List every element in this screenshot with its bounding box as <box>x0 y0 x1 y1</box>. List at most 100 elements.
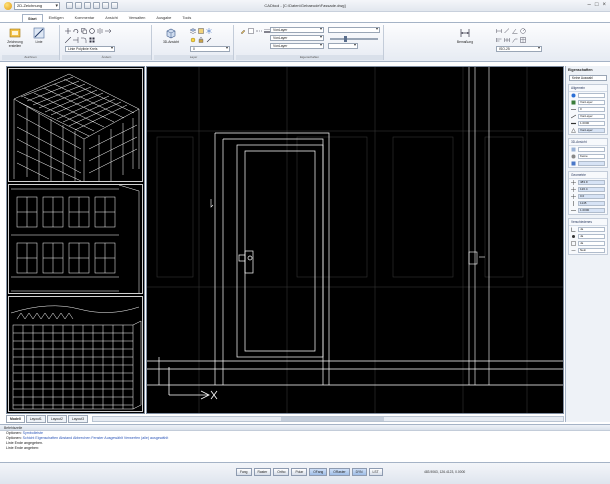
linear-dim-icon[interactable] <box>496 28 502 34</box>
tab-layout2[interactable]: Layout2 <box>46 415 67 423</box>
viewport-elevation-windows[interactable] <box>8 184 143 294</box>
stretch-icon[interactable] <box>105 28 111 34</box>
property-row[interactable]: 1.0000 <box>569 207 607 214</box>
layer-lock-icon[interactable] <box>198 37 204 43</box>
radius-dim-icon[interactable] <box>520 28 526 34</box>
layer-match-icon[interactable] <box>206 37 212 43</box>
dyn-toggle[interactable]: DYN <box>351 468 367 476</box>
properties-palette: Eigenschaften Keine Auswahl Allgemein Vo… <box>565 66 610 422</box>
scrollbar-thumb[interactable] <box>281 417 385 421</box>
color-select[interactable]: VonLayer <box>270 27 324 33</box>
property-row[interactable]: Ja <box>569 226 607 233</box>
mirror-icon[interactable] <box>97 28 103 34</box>
trim-icon[interactable] <box>65 37 71 43</box>
layer-icon[interactable] <box>190 28 196 34</box>
lineweight-select[interactable]: VonLayer <box>270 43 324 49</box>
main-viewport[interactable] <box>146 66 564 414</box>
property-row[interactable]: 1.0000 <box>569 120 607 127</box>
layer-on-icon[interactable] <box>190 37 196 43</box>
property-row[interactable]: Ja <box>569 240 607 247</box>
height-prop-icon <box>573 201 574 206</box>
property-row[interactable]: Keine <box>569 153 607 160</box>
tab-model[interactable]: Modell <box>6 415 25 423</box>
property-row[interactable]: 126.4 <box>569 186 607 193</box>
linetype-select[interactable]: VonLayer <box>270 35 324 41</box>
property-row[interactable]: 483.9 <box>569 179 607 186</box>
property-row[interactable]: Nein <box>569 247 607 254</box>
tab-output[interactable]: Ausgabe <box>151 14 176 22</box>
command-prompt[interactable]: Linie Ende angeben: <box>0 446 610 451</box>
dimension-button[interactable]: Bemaßung <box>450 26 480 54</box>
command-option-link[interactable]: Schicht Eigenschaften Abstand Abbrechen … <box>23 436 169 440</box>
fillet-icon[interactable] <box>81 37 87 43</box>
leader-icon[interactable] <box>512 37 518 43</box>
transparency-slider-knob[interactable] <box>344 36 348 42</box>
horizontal-scrollbar[interactable] <box>92 416 564 422</box>
dimstyle-select[interactable]: ISO-25 <box>496 46 542 52</box>
maximize-icon[interactable]: □ <box>595 2 599 9</box>
cursor-coordinates: 483.9063, 126.4123, 0.0000 <box>424 470 466 474</box>
close-icon[interactable]: × <box>602 2 606 9</box>
property-row[interactable] <box>569 146 607 153</box>
property-row[interactable]: 1145 <box>569 200 607 207</box>
palette-section-3d: 3D-Ansicht Keine <box>568 138 608 168</box>
linetype-icon[interactable] <box>256 28 262 34</box>
lwt-toggle[interactable]: LST <box>368 468 383 476</box>
layer-state-icon[interactable] <box>198 28 204 34</box>
ortho-toggle[interactable]: Ortho <box>273 468 290 476</box>
property-row[interactable]: VonLayer <box>569 127 607 134</box>
modify-command-label[interactable]: Linie Polylinie Kreis <box>65 46 115 52</box>
tab-manage[interactable]: Verwalten <box>124 14 151 22</box>
lineweight-prop-icon <box>571 122 576 125</box>
rotate-icon[interactable] <box>73 28 79 34</box>
move-icon[interactable] <box>65 28 71 34</box>
layer-freeze-icon[interactable] <box>206 28 212 34</box>
tab-layout1[interactable]: Layout1 <box>25 415 46 423</box>
copy-icon[interactable] <box>81 28 87 34</box>
property-row[interactable]: VonLayer <box>569 113 607 120</box>
viewport-facade-grid[interactable] <box>8 296 143 412</box>
selection-select[interactable]: Keine Auswahl <box>569 75 607 81</box>
property-row[interactable] <box>569 160 607 167</box>
create-drawing-button[interactable]: Zeichnung erstellen <box>4 26 26 54</box>
3d-view-button[interactable]: 3D-Ansicht <box>158 26 184 54</box>
ribbon-group-dimension: ISO-25 <box>488 25 608 60</box>
line-button[interactable]: Linie <box>28 26 50 54</box>
extend-icon[interactable] <box>73 37 79 43</box>
minimize-icon[interactable]: – <box>588 2 591 9</box>
tab-start[interactable]: Start <box>22 14 43 22</box>
command-option-link[interactable]: Symbolleiste <box>23 431 43 435</box>
snap-toggle[interactable]: Fang <box>236 468 252 476</box>
plotstyle-select[interactable] <box>328 27 380 33</box>
grid-toggle[interactable]: Raster <box>253 468 272 476</box>
angular-dim-icon[interactable] <box>512 28 518 34</box>
osnap-toggle[interactable]: OFang <box>309 468 328 476</box>
table-icon[interactable] <box>520 37 526 43</box>
layer-select[interactable]: 0 <box>190 46 230 52</box>
list-select[interactable] <box>328 43 358 49</box>
property-row[interactable]: 0 <box>569 106 607 113</box>
polar-toggle[interactable]: Polar <box>291 468 308 476</box>
transparency-slider[interactable] <box>330 36 378 42</box>
otrack-toggle[interactable]: ORaster <box>329 468 350 476</box>
palette-section-geometry: Geometrie 483.9 126.4 0.0 1145 1.0000 <box>568 171 608 215</box>
color-icon[interactable] <box>248 28 254 34</box>
tab-insert[interactable]: Einfügen <box>44 14 69 22</box>
property-row[interactable]: VonLayer <box>569 99 607 106</box>
tab-tools[interactable]: Tools <box>177 14 196 22</box>
viewport-isometric[interactable] <box>8 68 143 182</box>
property-row[interactable] <box>569 92 607 99</box>
tab-layout3[interactable]: Layout3 <box>67 415 88 423</box>
tab-annotate[interactable]: Kommentar <box>70 14 100 22</box>
ribbon-group-draw: Zeichnung erstellen Linie Zeichnen <box>2 25 60 60</box>
continue-dim-icon[interactable] <box>504 37 510 43</box>
aligned-dim-icon[interactable] <box>504 28 510 34</box>
tab-view[interactable]: Ansicht <box>100 14 122 22</box>
property-row[interactable]: 0.0 <box>569 193 607 200</box>
property-row[interactable]: Ja <box>569 233 607 240</box>
match-properties-icon[interactable] <box>240 28 246 34</box>
baseline-dim-icon[interactable] <box>496 37 502 43</box>
layer-tools-row1 <box>190 28 212 34</box>
circle-icon[interactable] <box>89 28 95 34</box>
array-icon[interactable] <box>89 37 95 43</box>
